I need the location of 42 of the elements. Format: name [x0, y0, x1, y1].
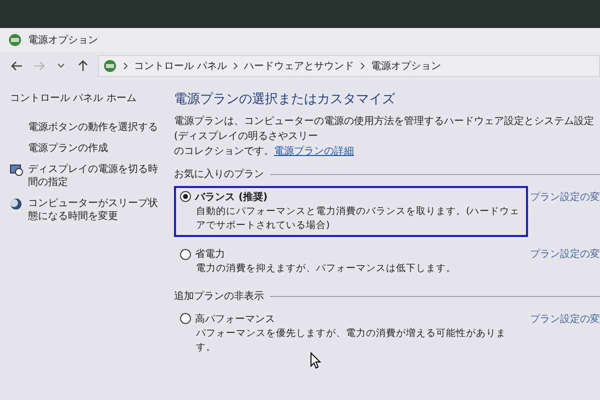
chevron-icon	[123, 62, 128, 70]
plan-option[interactable]: 高パフォーマンス パフォーマンスを優先しますが、電力の消費が増える可能性があります。	[174, 308, 528, 360]
up-button[interactable]	[76, 59, 90, 73]
breadcrumb-item[interactable]: ハードウェアとサウンド	[244, 58, 354, 74]
back-button[interactable]	[10, 59, 24, 73]
chevron-icon	[233, 62, 238, 70]
window-title: 電源オプション	[28, 34, 98, 48]
plan-option[interactable]: バランス (推奨) 自動的にパフォーマンスと電力消費のバランスを取ります。(ハードウェアでサポートされている場合)	[174, 186, 528, 238]
sidebar-link[interactable]: 電源ボタンの動作を選択する	[28, 121, 158, 134]
radio-button[interactable]	[180, 313, 191, 324]
plan-name: 高パフォーマンス	[195, 314, 275, 325]
sidebar-link[interactable]: コンピューターがスリープ状態になる時間を変更	[28, 197, 166, 223]
section-label: お気に入りのプラン	[174, 168, 264, 182]
chevron-icon	[360, 62, 366, 70]
moon-icon	[10, 198, 22, 210]
power-options-icon	[8, 33, 22, 47]
page-heading: 電源プランの選択またはカスタマイズ	[174, 91, 396, 109]
radio-button[interactable]	[180, 191, 191, 202]
section-label: 追加プランの非表示	[174, 290, 264, 304]
plan-description: パフォーマンスを優先しますが、電力の消費が増える可能性があります。	[195, 326, 507, 356]
plan-option[interactable]: 省電力 電力の消費を抑えますが、パフォーマンスは低下します。	[174, 243, 528, 281]
plan-description: 電力の消費を抑えますが、パフォーマンスは低下します。	[195, 262, 457, 276]
details-link[interactable]: 電源プランの詳細	[274, 146, 354, 156]
description-text: のコレクションです。	[174, 146, 274, 156]
change-plan-settings-link[interactable]: プラン設定の変	[530, 243, 600, 262]
breadcrumb-item[interactable]: 電源オプション	[371, 58, 442, 74]
plan-name: 省電力	[195, 249, 225, 260]
sidebar-link[interactable]: 電源プランの作成	[28, 142, 108, 155]
sidebar-link[interactable]: ディスプレイの電源を切る時間の指定	[28, 163, 166, 189]
radio-button[interactable]	[180, 249, 191, 260]
caret-icon	[57, 63, 65, 69]
address-bar[interactable]: コントロール パネル ハードウェアとサウンド 電源オプション	[98, 55, 600, 77]
change-plan-settings-link[interactable]: プラン設定の変	[530, 308, 600, 327]
breadcrumb-item[interactable]: コントロール パネル	[134, 58, 228, 74]
mouse-cursor-icon	[310, 352, 321, 369]
plan-name: バランス (推奨)	[195, 192, 268, 202]
plan-description: 自動的にパフォーマンスと電力消費のバランスを取ります。(ハードウェアでサポートされている場合)	[195, 204, 521, 233]
control-panel-icon	[103, 59, 117, 73]
sidebar-link[interactable]: コントロール パネル ホーム	[10, 92, 166, 105]
description-text: 電源プランは、コンピューターの電源の使用方法を管理するハードウェア設定とシステム設定 (ディスプレイの明るさやスリー	[174, 114, 595, 144]
monitor-clock-icon	[10, 164, 23, 176]
change-plan-settings-link[interactable]: プラン設定の変	[530, 186, 600, 204]
